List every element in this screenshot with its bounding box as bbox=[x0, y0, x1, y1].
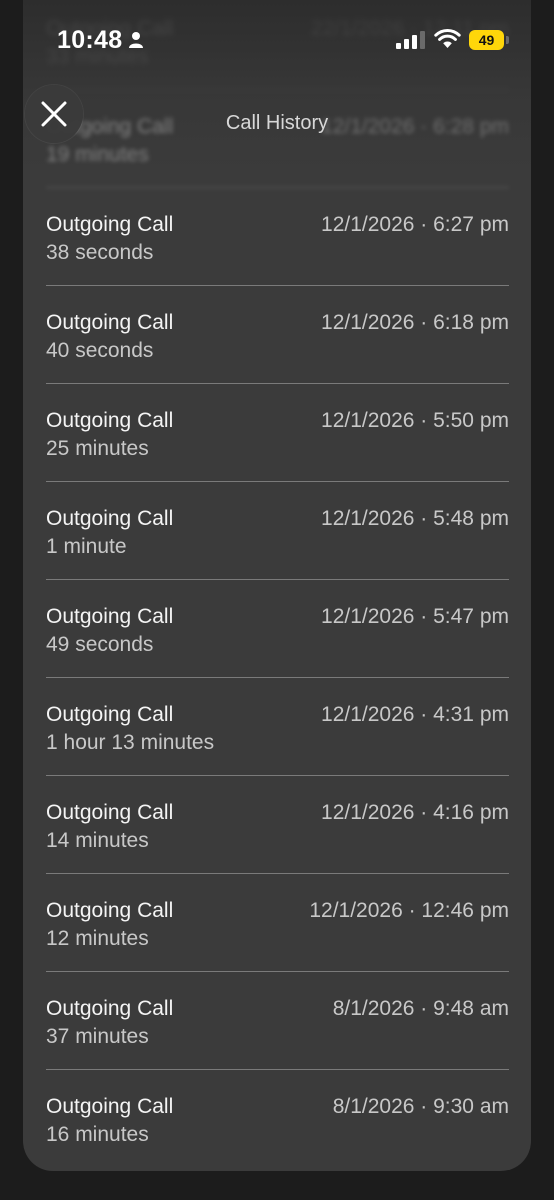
close-button[interactable] bbox=[25, 85, 83, 143]
call-type-label: Outgoing Call bbox=[46, 801, 174, 824]
battery-indicator: 49 bbox=[469, 30, 509, 50]
call-datetime: 12/1/2026 · 5:47 pm bbox=[321, 605, 509, 628]
call-type-label: Outgoing Call bbox=[46, 409, 174, 432]
call-duration: 37 minutes bbox=[46, 1025, 149, 1048]
call-row[interactable]: Outgoing Call 40 seconds 12/1/2026 · 6:18 … bbox=[46, 286, 509, 384]
call-datetime: 12/1/2026 · 12:46 pm bbox=[309, 899, 509, 922]
call-row[interactable]: Outgoing Call 38 seconds 12/1/2026 · 6:27 … bbox=[46, 188, 509, 286]
call-duration: 16 minutes bbox=[46, 1123, 149, 1146]
call-datetime: 12/1/2026 · 4:16 pm bbox=[321, 801, 509, 824]
call-duration: 1 hour 13 minutes bbox=[46, 731, 215, 754]
call-row[interactable]: Outgoing Call 25 minutes 12/1/2026 · 5:50 … bbox=[46, 384, 509, 482]
call-duration: 19 minutes bbox=[46, 143, 149, 166]
status-bar: 10:48 49 bbox=[0, 0, 554, 82]
call-row[interactable]: Outgoing Call 16 minutes 8/1/2026 · 9:30 a… bbox=[46, 1070, 509, 1168]
status-time: 10:48 bbox=[57, 26, 123, 54]
call-duration: 14 minutes bbox=[46, 829, 149, 852]
call-type-label: Outgoing Call bbox=[46, 703, 174, 726]
call-duration: 1 minute bbox=[46, 535, 127, 558]
call-datetime: 12/1/2026 · 5:48 pm bbox=[321, 507, 509, 530]
call-type-label: Outgoing Call bbox=[46, 899, 174, 922]
call-datetime: 12/1/2026 · 6:27 pm bbox=[321, 213, 509, 236]
wifi-icon bbox=[434, 28, 461, 48]
phone-screen: Outgoing Call 33 minutes 22/1/2026 · 12:11… bbox=[0, 0, 554, 1200]
person-icon bbox=[129, 32, 143, 48]
sheet-title: Call History bbox=[225, 112, 329, 134]
call-row[interactable]: Outgoing Call 12 minutes 12/1/2026 · 12:46… bbox=[46, 874, 509, 972]
call-datetime: 8/1/2026 · 9:30 am bbox=[332, 1095, 509, 1118]
call-history-sheet: Outgoing Call 33 minutes 22/1/2026 · 12:11… bbox=[23, 0, 531, 1171]
call-row[interactable]: Outgoing Call 14 minutes 12/1/2026 · 4:16 … bbox=[46, 776, 509, 874]
call-duration: 40 seconds bbox=[46, 339, 154, 362]
call-row[interactable]: Outgoing Call 1 hour 13 minutes 12/1/2026 … bbox=[46, 678, 509, 776]
call-type-label: Outgoing Call bbox=[46, 605, 174, 628]
call-type-label: Outgoing Call bbox=[46, 213, 174, 236]
call-row[interactable]: Outgoing Call 49 seconds 12/1/2026 · 5:47 … bbox=[46, 580, 509, 678]
battery-level: 49 bbox=[469, 30, 504, 50]
call-duration: 12 minutes bbox=[46, 927, 149, 950]
call-row[interactable]: Outgoing Call 37 minutes 8/1/2026 · 9:48 a… bbox=[46, 972, 509, 1070]
close-icon bbox=[41, 101, 67, 127]
battery-tip bbox=[506, 36, 509, 44]
call-duration: 49 seconds bbox=[46, 633, 154, 656]
call-duration: 38 seconds bbox=[46, 241, 154, 264]
call-row[interactable]: Outgoing Call 1 minute 12/1/2026 · 5:48 pm bbox=[46, 482, 509, 580]
call-type-label: Outgoing Call bbox=[46, 311, 174, 334]
call-datetime: 12/1/2026 · 6:18 pm bbox=[321, 311, 509, 334]
call-duration: 25 minutes bbox=[46, 437, 149, 460]
call-type-label: Outgoing Call bbox=[46, 997, 174, 1020]
call-type-label: Outgoing Call bbox=[46, 1095, 174, 1118]
call-datetime: 8/1/2026 · 9:48 am bbox=[332, 997, 509, 1020]
call-type-label: Outgoing Call bbox=[46, 507, 174, 530]
call-datetime: 12/1/2026 · 5:50 pm bbox=[321, 409, 509, 432]
cellular-signal-icon bbox=[396, 31, 425, 49]
call-datetime: 12/1/2026 · 4:31 pm bbox=[321, 703, 509, 726]
call-row-behind-header: Outgoing Call 19 minutes 12/1/2026 · 6:28 … bbox=[46, 90, 509, 188]
